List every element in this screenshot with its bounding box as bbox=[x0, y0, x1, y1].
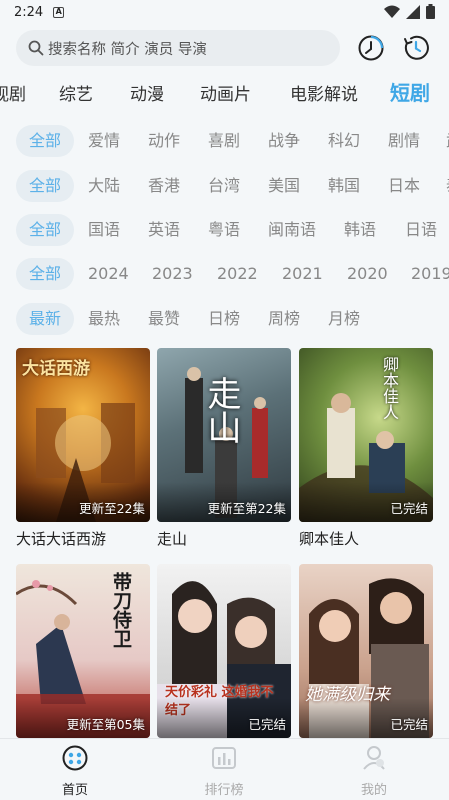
show-card[interactable]: 她满级归来 已完结 bbox=[299, 564, 433, 744]
filter-chip[interactable]: 香港 bbox=[148, 170, 180, 202]
search-row: 搜索名称 简介 演员 导演 bbox=[16, 30, 436, 66]
status-badge: 已完结 bbox=[390, 717, 428, 732]
show-title: 卿本佳人 bbox=[299, 530, 360, 548]
filter-chip[interactable]: 最新 bbox=[16, 303, 74, 335]
filter-chip[interactable]: 大陆 bbox=[88, 170, 120, 202]
tab-variety[interactable]: 综艺 bbox=[59, 80, 93, 105]
filter-sort-row: 最新 最热 最赞 日榜 周榜 月榜 bbox=[0, 303, 449, 335]
wifi-icon bbox=[384, 5, 400, 18]
search-icon bbox=[28, 40, 44, 56]
nav-label: 我的 bbox=[360, 783, 387, 798]
tab-tv[interactable]: 视剧 bbox=[0, 80, 26, 105]
filter-chip[interactable]: 2020 bbox=[347, 258, 388, 290]
poster-title-art: 大话西游 bbox=[22, 359, 90, 379]
filter-chip[interactable]: 2022 bbox=[217, 258, 258, 290]
filter-chip[interactable]: 科幻 bbox=[328, 125, 360, 157]
filter-chip[interactable]: 喜剧 bbox=[208, 125, 240, 157]
nav-label: 排行榜 bbox=[204, 783, 244, 798]
poster-title-art: 带刀侍卫 bbox=[110, 572, 132, 648]
status-time: 2:24 bbox=[14, 4, 44, 20]
poster-title-art: 走山 bbox=[201, 376, 241, 444]
timer-button[interactable] bbox=[398, 30, 434, 66]
filter-chip[interactable]: 2021 bbox=[282, 258, 323, 290]
filter-chip[interactable]: 日语 bbox=[405, 214, 437, 246]
bottom-nav: 首页 排行榜 我的 bbox=[0, 738, 449, 800]
show-poster: 她满级归来 已完结 bbox=[299, 564, 433, 738]
show-title: 走山 bbox=[157, 530, 188, 548]
show-card[interactable]: 大话西游 更新至22集 大话大话西游 bbox=[16, 348, 150, 549]
history-button[interactable] bbox=[353, 30, 389, 66]
history-icon bbox=[358, 35, 384, 61]
filter-chip[interactable]: 闽南语 bbox=[268, 214, 316, 246]
user-icon bbox=[363, 746, 385, 770]
filter-region-row: 全部 大陆 香港 台湾 美国 韩国 日本 泰 bbox=[0, 170, 449, 202]
show-poster: 大话西游 更新至22集 bbox=[16, 348, 150, 522]
nav-profile[interactable]: 我的 bbox=[334, 745, 414, 798]
show-card[interactable]: 卿本佳人 已完结 卿本佳人 bbox=[299, 348, 433, 549]
filter-chip[interactable]: 动作 bbox=[148, 125, 180, 157]
status-badge: 更新至第22集 bbox=[207, 501, 286, 516]
status-badge: 已完结 bbox=[390, 501, 428, 516]
filter-chip[interactable]: 国语 bbox=[88, 214, 120, 246]
filter-year-row: 全部 2024 2023 2022 2021 2020 2019 bbox=[0, 258, 449, 290]
filter-chip[interactable]: 最热 bbox=[88, 303, 120, 335]
timer-icon bbox=[404, 35, 429, 60]
search-input[interactable]: 搜索名称 简介 演员 导演 bbox=[16, 30, 340, 66]
category-tabs: 视剧 综艺 动漫 动画片 电影解说 短剧 bbox=[0, 74, 449, 110]
show-poster: 卿本佳人 已完结 bbox=[299, 348, 433, 522]
filter-chip[interactable]: 全部 bbox=[16, 125, 74, 157]
status-icons bbox=[384, 4, 435, 19]
filter-chip[interactable]: 粤语 bbox=[208, 214, 240, 246]
filter-chip[interactable]: 全部 bbox=[16, 170, 74, 202]
home-icon bbox=[62, 745, 88, 771]
filter-chip[interactable]: 最赞 bbox=[148, 303, 180, 335]
filter-chip[interactable]: 战争 bbox=[268, 125, 300, 157]
filter-chip[interactable]: 爱情 bbox=[88, 125, 120, 157]
filter-chip[interactable]: 韩语 bbox=[344, 214, 376, 246]
show-poster: 天价彩礼 这婚我不结了 已完结 bbox=[157, 564, 291, 738]
filter-chip[interactable]: 剧情 bbox=[388, 125, 420, 157]
filter-chip[interactable]: 台湾 bbox=[208, 170, 240, 202]
filter-chip[interactable]: 全部 bbox=[16, 214, 74, 246]
show-poster: 带刀侍卫 更新至第05集 bbox=[16, 564, 150, 738]
show-title: 大话大话西游 bbox=[16, 530, 107, 548]
filter-chip[interactable]: 2023 bbox=[152, 258, 193, 290]
show-card[interactable]: 带刀侍卫 更新至第05集 bbox=[16, 564, 150, 744]
filter-chip[interactable]: 月榜 bbox=[328, 303, 360, 335]
chart-icon bbox=[212, 747, 236, 769]
tab-anime[interactable]: 动漫 bbox=[130, 80, 164, 105]
filter-chip[interactable]: 全部 bbox=[16, 258, 74, 290]
nav-label: 首页 bbox=[61, 783, 88, 798]
status-badge: 更新至22集 bbox=[79, 501, 145, 516]
battery-icon bbox=[426, 4, 435, 19]
tab-cartoon[interactable]: 动画片 bbox=[200, 80, 251, 105]
nav-home[interactable]: 首页 bbox=[35, 745, 115, 798]
search-placeholder: 搜索名称 简介 演员 导演 bbox=[48, 41, 207, 58]
poster-title-art: 卿本佳人 bbox=[380, 356, 399, 420]
tab-movie-commentary[interactable]: 电影解说 bbox=[290, 80, 358, 105]
nav-ranking[interactable]: 排行榜 bbox=[184, 745, 264, 798]
status-badge: 已完结 bbox=[248, 717, 286, 732]
show-card[interactable]: 天价彩礼 这婚我不结了 已完结 bbox=[157, 564, 291, 744]
filter-chip[interactable]: 美国 bbox=[268, 170, 300, 202]
notification-icon: A bbox=[53, 6, 65, 18]
filter-chip[interactable]: 英语 bbox=[148, 214, 180, 246]
filter-language-row: 全部 国语 英语 粤语 闽南语 韩语 日语 bbox=[0, 214, 449, 246]
filter-chip[interactable]: 2024 bbox=[88, 258, 129, 290]
filter-chip[interactable]: 日榜 bbox=[208, 303, 240, 335]
show-card[interactable]: 走山 更新至第22集 走山 bbox=[157, 348, 291, 549]
filter-chip[interactable]: 周榜 bbox=[268, 303, 300, 335]
filter-chip[interactable]: 日本 bbox=[388, 170, 420, 202]
filter-genre-row: 全部 爱情 动作 喜剧 战争 科幻 剧情 武 bbox=[0, 125, 449, 157]
show-poster: 走山 更新至第22集 bbox=[157, 348, 291, 522]
status-badge: 更新至第05集 bbox=[66, 717, 145, 732]
filter-chip[interactable]: 2019 bbox=[411, 258, 449, 290]
signal-icon bbox=[406, 4, 420, 19]
tab-short-drama[interactable]: 短剧 bbox=[390, 77, 430, 106]
filter-chip[interactable]: 韩国 bbox=[328, 170, 360, 202]
status-bar: 2:24 A bbox=[0, 0, 449, 24]
